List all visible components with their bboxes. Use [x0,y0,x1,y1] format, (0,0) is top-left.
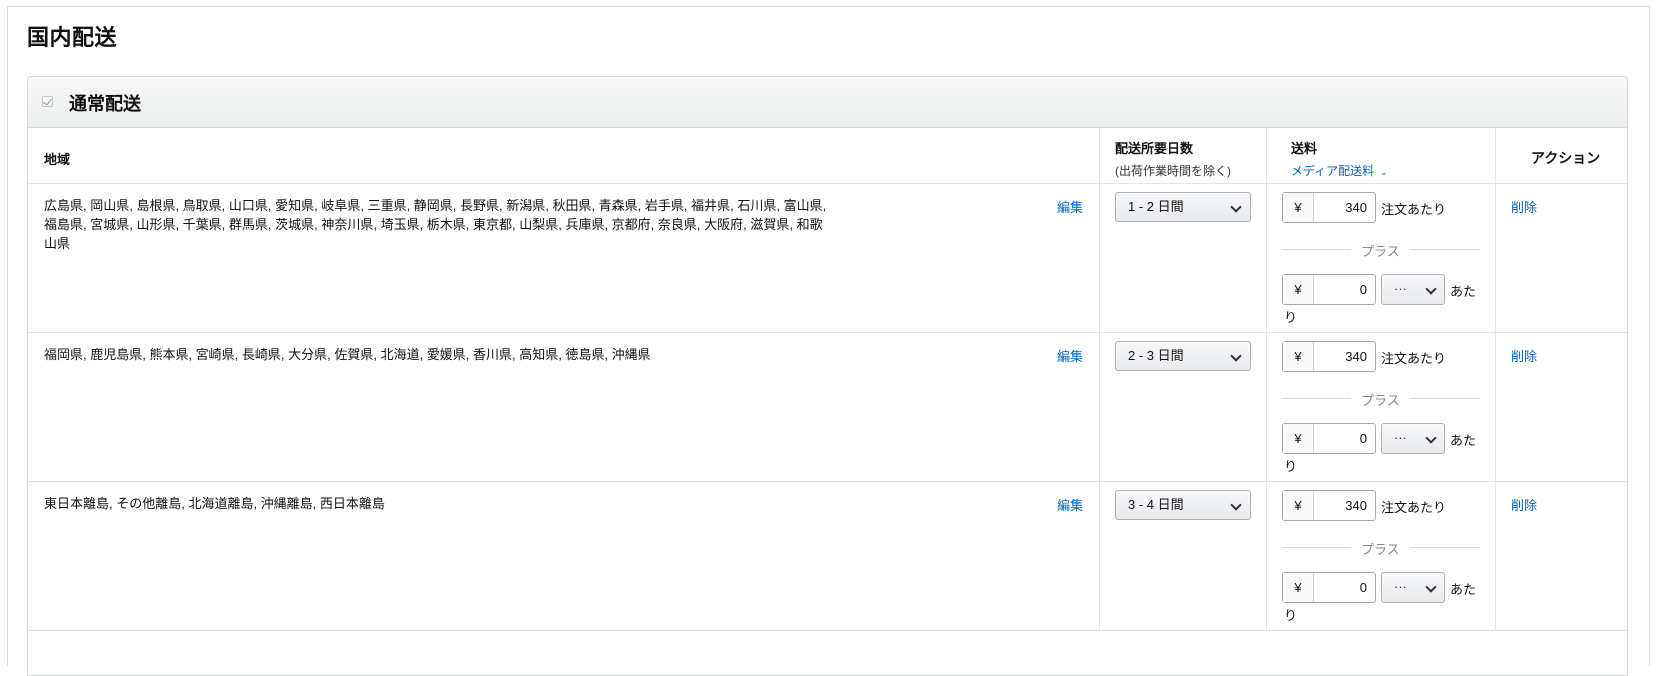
per-unit-label-wrap: り [1284,459,1298,474]
shipping-panel: 通常配送 地域 配送所要日数 (出荷作業時間を除く) 送料 メディア配送料 ⌄ ア… [27,76,1628,676]
unit-select[interactable]: ··· [1381,572,1445,603]
currency-symbol: ¥ [1283,491,1314,520]
order-fee-value: 340 [1345,200,1367,215]
plus-label: プラス [1351,539,1410,558]
panel-title: 通常配送 [69,94,141,114]
chevron-down-icon [1425,283,1437,295]
order-fee-input[interactable]: ¥ 340 [1282,490,1376,521]
transit-days-value: 3 - 4 日間 [1128,497,1184,512]
extra-fee-value: 0 [1359,431,1367,446]
per-order-label: 注文あたり [1381,351,1447,366]
per-order-label: 注文あたり [1381,202,1447,217]
panel-header: 通常配送 [28,77,1627,128]
extra-fee-input[interactable]: ¥ 0 [1282,572,1376,603]
column-header-region: 地域 [44,152,71,167]
page-title: 国内配送 [27,25,118,50]
column-header-days-note: (出荷作業時間を除く) [1115,164,1231,178]
column-header-fee: 送料 メディア配送料 ⌄ [1291,138,1388,179]
extra-fee-value: 0 [1359,580,1367,595]
chevron-down-icon: ⌄ [1380,167,1388,177]
unit-select-value: ··· [1394,281,1407,296]
per-unit-label-wrap: り [1284,310,1298,325]
per-unit-label: あた [1450,284,1477,299]
chevron-down-icon [1425,581,1437,593]
table-header: 地域 配送所要日数 (出荷作業時間を除く) 送料 メディア配送料 ⌄ アクション [28,128,1627,184]
order-fee-value: 340 [1345,349,1367,364]
unit-select[interactable]: ··· [1381,423,1445,454]
per-unit-label: あた [1450,433,1477,448]
table-row: 東日本離島, その他離島, 北海道離島, 沖縄離島, 西日本離島 編集 3 - … [28,482,1627,631]
transit-days-value: 2 - 3 日間 [1128,348,1184,363]
order-fee-input[interactable]: ¥ 340 [1282,341,1376,372]
edit-link[interactable]: 編集 [1057,495,1083,514]
extra-fee-input[interactable]: ¥ 0 [1282,274,1376,305]
transit-days-value: 1 - 2 日間 [1128,199,1184,214]
region-list: 東日本離島, その他離島, 北海道離島, 沖縄離島, 西日本離島 [44,496,385,511]
order-fee-value: 340 [1345,498,1367,513]
column-header-days-label: 配送所要日数 [1115,141,1194,156]
media-fee-dropdown-label: メディア配送料 [1291,164,1375,178]
standard-shipping-checkbox[interactable] [42,96,53,107]
table-row: 広島県, 岡山県, 島根県, 鳥取県, 山口県, 愛知県, 岐阜県, 三重県, … [28,184,1627,333]
order-fee-input[interactable]: ¥ 340 [1282,192,1376,223]
unit-select-value: ··· [1394,430,1407,445]
media-fee-dropdown[interactable]: メディア配送料 ⌄ [1291,162,1388,179]
table-row: 福岡県, 鹿児島県, 熊本県, 宮崎県, 長崎県, 大分県, 佐賀県, 北海道,… [28,333,1627,482]
extra-fee-value: 0 [1359,282,1367,297]
edit-link[interactable]: 編集 [1057,197,1083,216]
plus-label: プラス [1351,241,1410,260]
chevron-down-icon [1230,350,1242,362]
delete-link[interactable]: 削除 [1511,346,1537,365]
unit-select-value: ··· [1394,579,1407,594]
extra-fee-input[interactable]: ¥ 0 [1282,423,1376,454]
chevron-down-icon [1230,499,1242,511]
region-list: 福岡県, 鹿児島県, 熊本県, 宮崎県, 長崎県, 大分県, 佐賀県, 北海道,… [44,347,651,362]
delete-link[interactable]: 削除 [1511,197,1537,216]
region-list: 広島県, 岡山県, 島根県, 鳥取県, 山口県, 愛知県, 岐阜県, 三重県, … [44,198,827,251]
currency-symbol: ¥ [1283,573,1314,602]
chevron-down-icon [1230,201,1242,213]
plus-label: プラス [1351,390,1410,409]
column-header-days: 配送所要日数 (出荷作業時間を除く) [1115,138,1231,179]
per-unit-label-wrap: り [1284,608,1298,623]
currency-symbol: ¥ [1283,424,1314,453]
column-header-fee-label: 送料 [1291,141,1318,156]
delete-link[interactable]: 削除 [1511,495,1537,514]
transit-days-select[interactable]: 3 - 4 日間 [1115,490,1251,520]
transit-days-select[interactable]: 1 - 2 日間 [1115,192,1251,222]
currency-symbol: ¥ [1283,193,1314,222]
currency-symbol: ¥ [1283,275,1314,304]
per-unit-label: あた [1450,582,1477,597]
column-header-action: アクション [1531,150,1601,166]
transit-days-select[interactable]: 2 - 3 日間 [1115,341,1251,371]
per-order-label: 注文あたり [1381,500,1447,515]
currency-symbol: ¥ [1283,342,1314,371]
edit-link[interactable]: 編集 [1057,346,1083,365]
unit-select[interactable]: ··· [1381,274,1445,305]
chevron-down-icon [1425,432,1437,444]
